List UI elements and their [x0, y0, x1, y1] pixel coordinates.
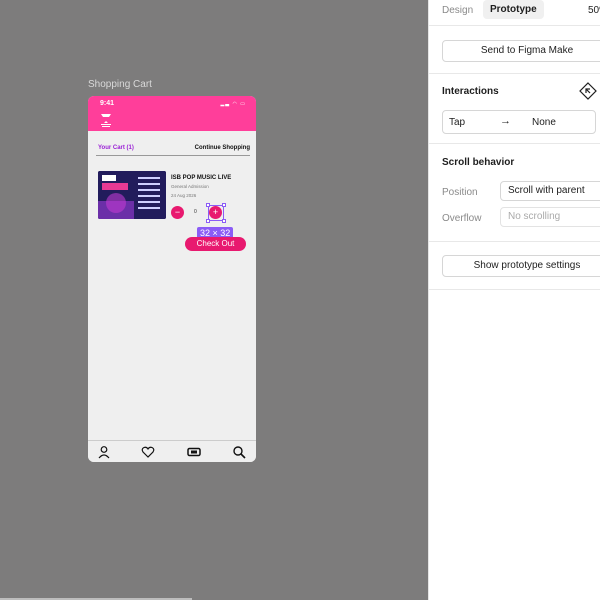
figma-make-section: Send to Figma Make	[429, 26, 600, 74]
tab-design[interactable]: Design	[442, 5, 473, 16]
overflow-select[interactable]: No scrolling	[500, 207, 600, 227]
frame-label[interactable]: Shopping Cart	[88, 79, 152, 90]
design-canvas[interactable]: Shopping Cart 9:41 ▂▃ ◠ ▭ Your Cart (1) …	[0, 0, 428, 600]
zoom-level[interactable]: 50%	[588, 5, 600, 16]
panel-tabs: Design Prototype 50%	[429, 0, 600, 26]
scroll-behavior-section: Scroll behavior Position Scroll with par…	[429, 144, 600, 242]
tab-prototype[interactable]: Prototype	[483, 0, 544, 19]
interaction-row[interactable]: Tap → None	[442, 110, 596, 134]
selection-box[interactable]	[206, 203, 226, 223]
prototype-panel: Design Prototype 50% Send to Figma Make …	[428, 0, 600, 600]
arrow-right-icon: →	[500, 115, 511, 127]
flow-icon[interactable]	[579, 82, 597, 100]
status-icons: ▂▃ ◠ ▭	[220, 101, 246, 107]
event-thumbnail	[98, 171, 166, 219]
heart-icon[interactable]	[141, 445, 155, 459]
bottom-tab-bar	[88, 440, 256, 462]
scroll-behavior-heading: Scroll behavior	[442, 157, 515, 168]
checkout-button[interactable]: Check Out	[185, 237, 246, 251]
overflow-label: Overflow	[442, 213, 482, 224]
status-time: 9:41	[100, 100, 115, 107]
cart-title: Your Cart (1)	[98, 145, 134, 151]
cart-bar: Your Cart (1) Continue Shopping	[88, 141, 256, 155]
resize-handle[interactable]	[206, 219, 210, 223]
shopping-cart-frame[interactable]: 9:41 ▂▃ ◠ ▭ Your Cart (1) Continue Shopp…	[88, 96, 256, 462]
interaction-trigger: Tap	[449, 117, 466, 128]
divider	[96, 155, 250, 156]
position-select[interactable]: Scroll with parent	[500, 181, 600, 201]
profile-icon[interactable]	[97, 445, 111, 459]
send-to-figma-make-button[interactable]: Send to Figma Make	[442, 40, 600, 62]
event-poster-image	[98, 171, 166, 219]
event-title: ISB POP MUSIC LIVE	[171, 175, 232, 181]
interactions-section: Interactions Tap → None	[429, 74, 600, 144]
event-date: 24 Aug 2026	[171, 193, 197, 198]
logo-icon	[101, 114, 111, 127]
continue-shopping-link[interactable]: Continue Shopping	[195, 145, 250, 151]
prototype-settings-section: Show prototype settings	[429, 242, 600, 290]
decrease-quantity-button[interactable]: −	[171, 206, 184, 219]
app-header: 9:41 ▂▃ ◠ ▭	[88, 96, 256, 131]
quantity-value: 0	[194, 209, 197, 215]
resize-handle[interactable]	[222, 219, 226, 223]
interaction-action: None	[532, 117, 556, 128]
ticket-icon[interactable]	[187, 445, 201, 459]
show-prototype-settings-button[interactable]: Show prototype settings	[442, 255, 600, 277]
position-label: Position	[442, 187, 478, 198]
resize-handle[interactable]	[222, 203, 226, 207]
search-icon[interactable]	[232, 445, 246, 459]
ticket-type: General Admission	[171, 184, 209, 189]
resize-handle[interactable]	[206, 203, 210, 207]
interactions-heading: Interactions	[442, 86, 499, 97]
